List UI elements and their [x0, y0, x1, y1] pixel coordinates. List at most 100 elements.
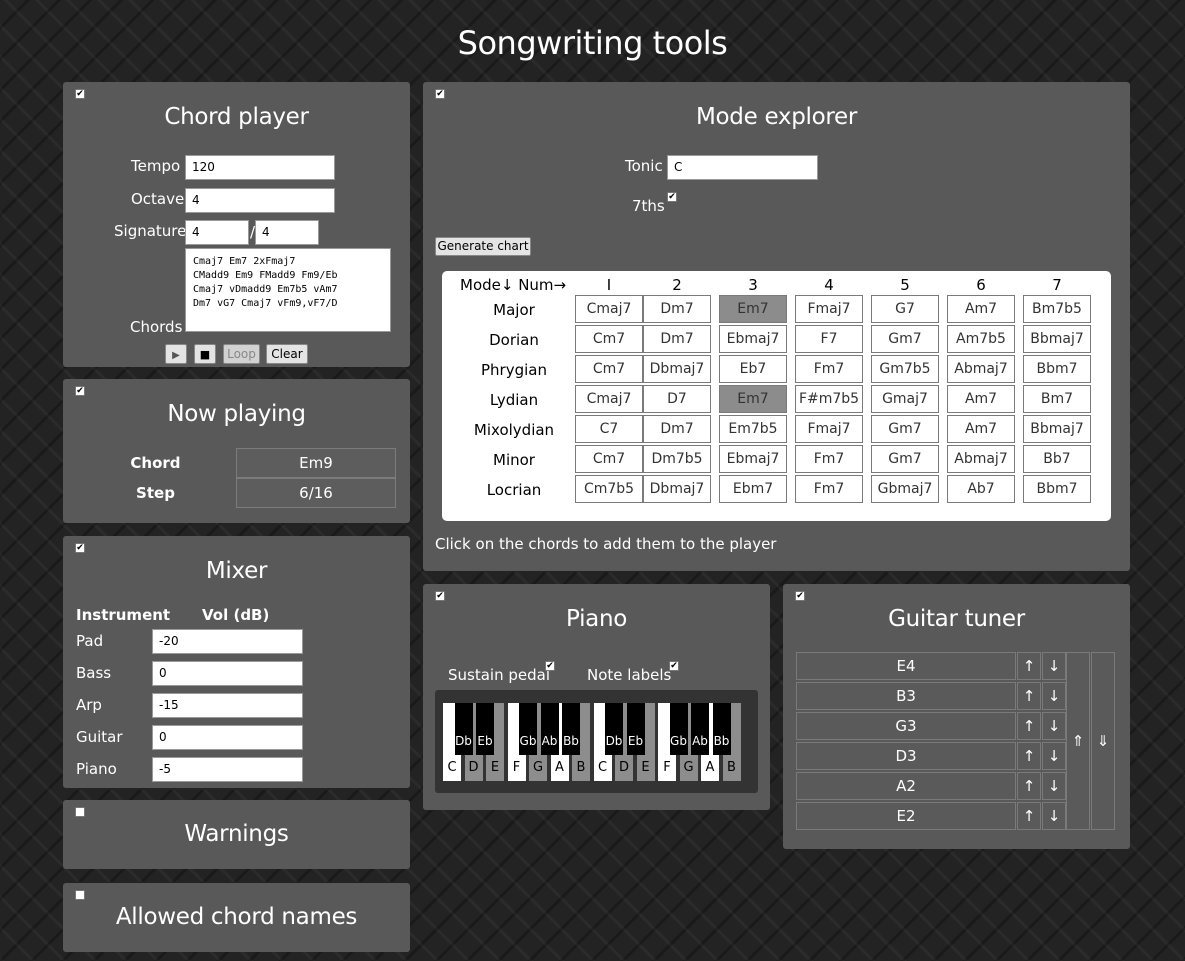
- mode-chord-cell[interactable]: G7: [871, 295, 939, 323]
- tune-down-button[interactable]: ↓: [1042, 652, 1066, 680]
- now-playing-enable-checkbox[interactable]: ✔: [75, 386, 85, 396]
- mixer-volume-input[interactable]: 0: [152, 661, 303, 686]
- piano-black-key[interactable]: Gb: [519, 703, 537, 755]
- piano-black-key[interactable]: Db: [605, 703, 623, 755]
- mode-chord-cell[interactable]: D7: [643, 385, 711, 413]
- tonic-input[interactable]: C: [667, 155, 818, 180]
- mode-chord-cell[interactable]: Abmaj7: [947, 355, 1015, 383]
- mode-chord-cell[interactable]: Fmaj7: [795, 415, 863, 443]
- mode-chord-cell[interactable]: Fmaj7: [795, 295, 863, 323]
- mode-chord-cell[interactable]: Gbmaj7: [871, 475, 939, 503]
- mode-chord-cell[interactable]: Bb7: [1023, 445, 1091, 473]
- mode-chord-cell[interactable]: Em7b5: [719, 415, 787, 443]
- tune-down-button[interactable]: ↓: [1042, 772, 1066, 800]
- sustain-checkbox[interactable]: ✔: [545, 661, 555, 671]
- allowed-chords-enable-checkbox[interactable]: [75, 890, 85, 900]
- mode-chord-cell[interactable]: Gm7: [871, 445, 939, 473]
- tune-down-button[interactable]: ↓: [1042, 802, 1066, 830]
- mode-chord-cell[interactable]: Cm7: [575, 325, 643, 353]
- piano-black-key[interactable]: Gb: [669, 703, 688, 755]
- mode-chord-cell[interactable]: Em7: [719, 385, 787, 413]
- mode-chord-cell[interactable]: Am7: [947, 385, 1015, 413]
- stop-button[interactable]: ■: [194, 344, 216, 364]
- mode-chord-cell[interactable]: Ebm7: [719, 475, 787, 503]
- mode-chord-cell[interactable]: Dbmaj7: [643, 475, 711, 503]
- mixer-volume-input[interactable]: 0: [152, 725, 303, 750]
- mode-chord-cell[interactable]: Abmaj7: [947, 445, 1015, 473]
- tune-down-button[interactable]: ↓: [1042, 682, 1066, 710]
- mode-chord-cell[interactable]: Gm7b5: [871, 355, 939, 383]
- mode-chord-cell[interactable]: Fm7: [795, 445, 863, 473]
- generate-chart-button[interactable]: Generate chart: [435, 237, 531, 256]
- tune-down-button[interactable]: ↓: [1042, 742, 1066, 770]
- sevenths-checkbox[interactable]: ✔: [667, 192, 677, 202]
- loop-button[interactable]: Loop: [223, 344, 260, 364]
- mode-chord-cell[interactable]: Eb7: [719, 355, 787, 383]
- mode-chord-cell[interactable]: Cm7: [575, 445, 643, 473]
- mixer-volume-input[interactable]: -5: [152, 757, 303, 782]
- signature-bottom-input[interactable]: 4: [255, 220, 319, 245]
- mode-chord-cell[interactable]: Gmaj7: [871, 385, 939, 413]
- mode-chord-cell[interactable]: Ebmaj7: [719, 325, 787, 353]
- chords-textarea[interactable]: Cmaj7 Em7 2xFmaj7 CMadd9 Em9 FMadd9 Fm9/…: [185, 248, 391, 332]
- signature-top-input[interactable]: 4: [185, 220, 249, 245]
- mode-chord-cell[interactable]: Bbm7: [1023, 355, 1091, 383]
- guitar-tuner-enable-checkbox[interactable]: ✔: [795, 591, 805, 601]
- clear-button[interactable]: Clear: [266, 344, 308, 364]
- play-button[interactable]: ▶: [165, 344, 187, 364]
- mode-chord-cell[interactable]: Am7: [947, 295, 1015, 323]
- mode-chord-cell[interactable]: Cmaj7: [575, 295, 643, 323]
- tune-up-button[interactable]: ↑: [1017, 652, 1041, 680]
- tune-down-button[interactable]: ↓: [1042, 712, 1066, 740]
- piano-black-key[interactable]: Ab: [540, 703, 559, 755]
- mode-explorer-enable-checkbox[interactable]: ✔: [435, 89, 445, 99]
- mode-chord-cell[interactable]: Bbmaj7: [1023, 415, 1091, 443]
- mode-chord-cell[interactable]: F#m7b5: [795, 385, 863, 413]
- mode-chord-cell[interactable]: Am7: [947, 415, 1015, 443]
- octave-input[interactable]: 4: [185, 188, 335, 213]
- mode-chord-cell[interactable]: Ebmaj7: [719, 445, 787, 473]
- mode-chord-cell[interactable]: Dbmaj7: [643, 355, 711, 383]
- tune-up-button[interactable]: ↑: [1017, 772, 1041, 800]
- mode-chord-cell[interactable]: Ab7: [947, 475, 1015, 503]
- mode-chord-cell[interactable]: Am7b5: [947, 325, 1015, 353]
- mode-chord-cell[interactable]: Cm7: [575, 355, 643, 383]
- mode-chord-cell[interactable]: Gm7: [871, 415, 939, 443]
- mode-chord-cell[interactable]: Fm7: [795, 475, 863, 503]
- chord-player-enable-checkbox[interactable]: ✔: [75, 89, 85, 99]
- mode-chord-cell[interactable]: Fm7: [795, 355, 863, 383]
- mode-chord-cell[interactable]: Em7: [719, 295, 787, 323]
- all-down-button[interactable]: ⇓: [1091, 652, 1115, 830]
- mixer-enable-checkbox[interactable]: ✔: [75, 543, 85, 553]
- mode-chord-cell[interactable]: Cmaj7: [575, 385, 643, 413]
- mode-chord-cell[interactable]: C7: [575, 415, 643, 443]
- tune-up-button[interactable]: ↑: [1017, 802, 1041, 830]
- piano-black-key[interactable]: Ab: [691, 703, 709, 755]
- mode-chord-cell[interactable]: Dm7b5: [643, 445, 711, 473]
- piano-black-key[interactable]: Db: [454, 703, 473, 755]
- piano-black-key[interactable]: Bb: [712, 703, 731, 755]
- mode-chord-cell[interactable]: Dm7: [643, 295, 711, 323]
- piano-enable-checkbox[interactable]: ✔: [435, 591, 445, 601]
- tune-up-button[interactable]: ↑: [1017, 712, 1041, 740]
- mode-chord-cell[interactable]: Gm7: [871, 325, 939, 353]
- piano-black-key[interactable]: Eb: [476, 703, 494, 755]
- mixer-volume-input[interactable]: -20: [152, 629, 303, 654]
- mode-chord-cell[interactable]: Bbmaj7: [1023, 325, 1091, 353]
- tune-up-button[interactable]: ↑: [1017, 682, 1041, 710]
- mode-chord-cell[interactable]: Cm7b5: [575, 475, 643, 503]
- piano-black-key[interactable]: Eb: [626, 703, 645, 755]
- mode-chord-cell[interactable]: F7: [795, 325, 863, 353]
- mode-chord-cell[interactable]: Bm7b5: [1023, 295, 1091, 323]
- mixer-volume-input[interactable]: -15: [152, 693, 303, 718]
- mode-chord-cell[interactable]: Dm7: [643, 415, 711, 443]
- all-up-button[interactable]: ⇑: [1066, 652, 1090, 830]
- tempo-input[interactable]: 120: [185, 155, 335, 180]
- tune-up-button[interactable]: ↑: [1017, 742, 1041, 770]
- mode-chord-cell[interactable]: Bbm7: [1023, 475, 1091, 503]
- warnings-enable-checkbox[interactable]: [75, 807, 85, 817]
- piano-black-key[interactable]: Bb: [562, 703, 580, 755]
- mode-chord-cell[interactable]: Bm7: [1023, 385, 1091, 413]
- note-labels-checkbox[interactable]: ✔: [669, 661, 679, 671]
- mode-chord-cell[interactable]: Dm7: [643, 325, 711, 353]
